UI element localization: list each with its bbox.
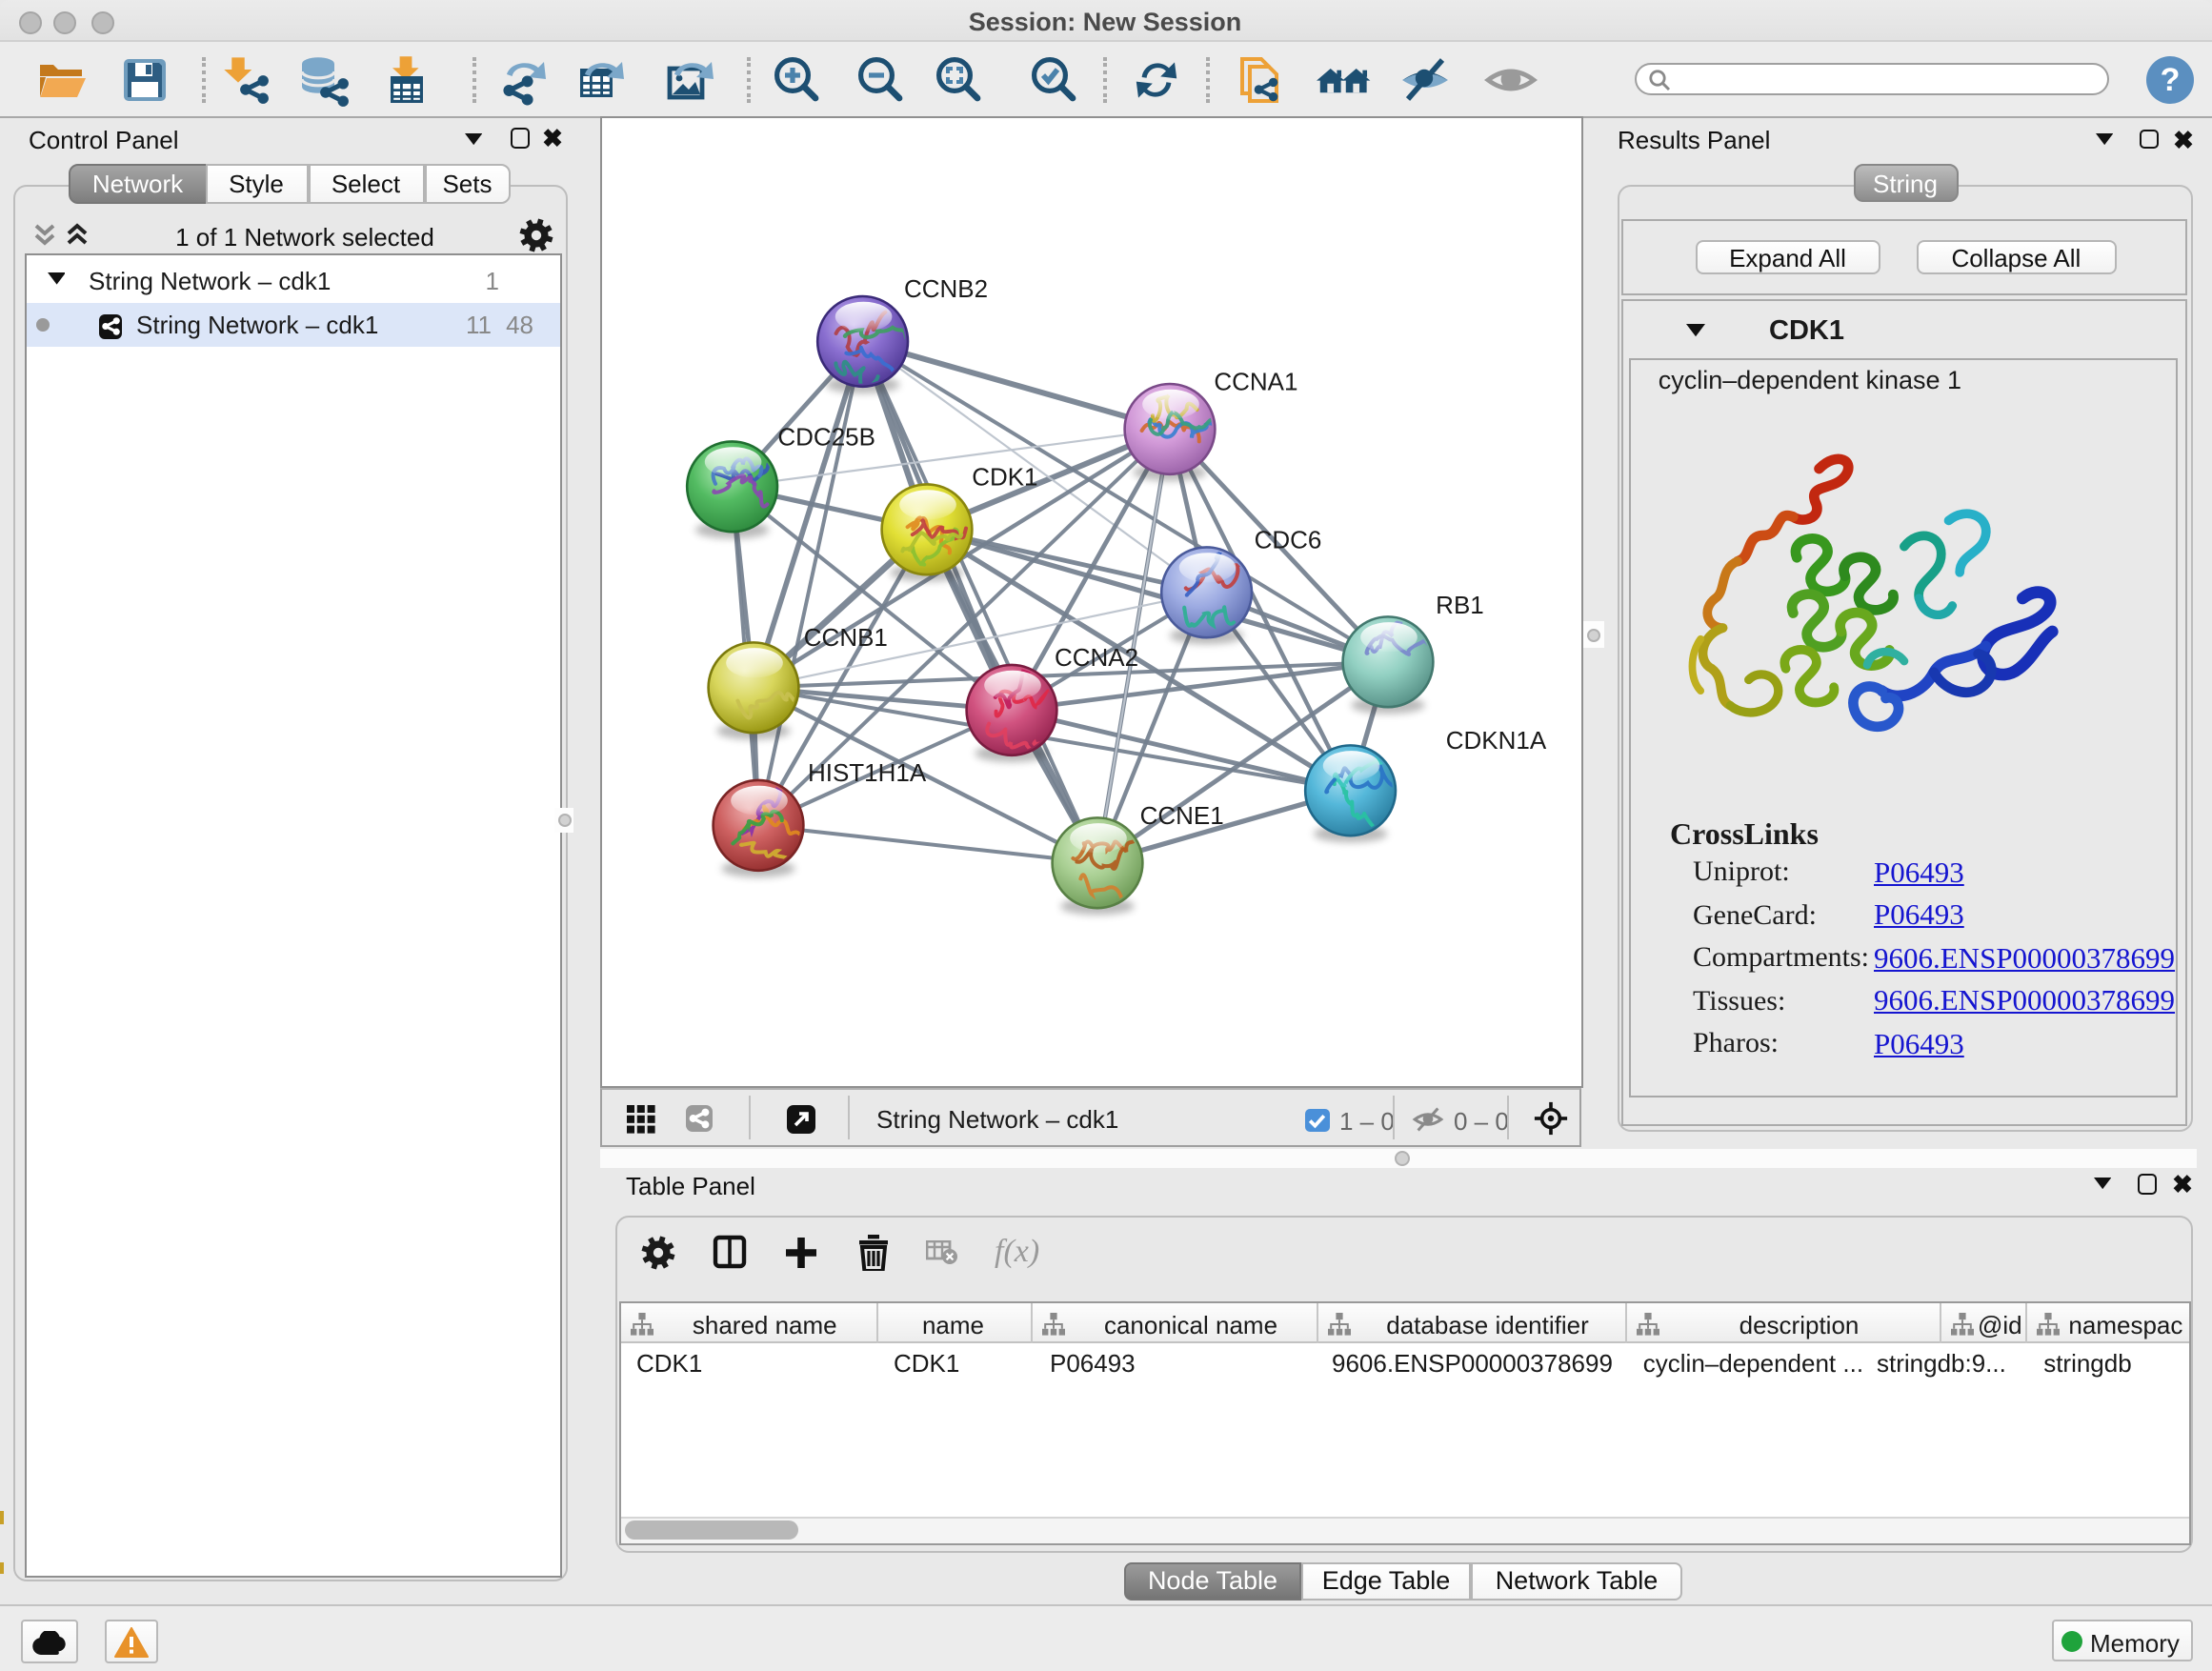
svg-text:CDK1: CDK1 — [972, 463, 1037, 492]
svg-text:CDC25B: CDC25B — [777, 423, 875, 452]
svg-text:?: ? — [2160, 62, 2180, 98]
svg-text:CDKN1A: CDKN1A — [1445, 727, 1546, 755]
svg-text:RB1: RB1 — [1436, 591, 1484, 619]
svg-text:CCNB2: CCNB2 — [903, 275, 987, 304]
svg-text:CCNE1: CCNE1 — [1139, 802, 1223, 831]
svg-text:CDC6: CDC6 — [1254, 526, 1321, 554]
svg-text:CCNA1: CCNA1 — [1214, 368, 1297, 396]
svg-text:CCNB1: CCNB1 — [803, 624, 887, 653]
svg-text:CCNA2: CCNA2 — [1054, 644, 1137, 673]
svg-text:HIST1H1A: HIST1H1A — [807, 759, 926, 788]
